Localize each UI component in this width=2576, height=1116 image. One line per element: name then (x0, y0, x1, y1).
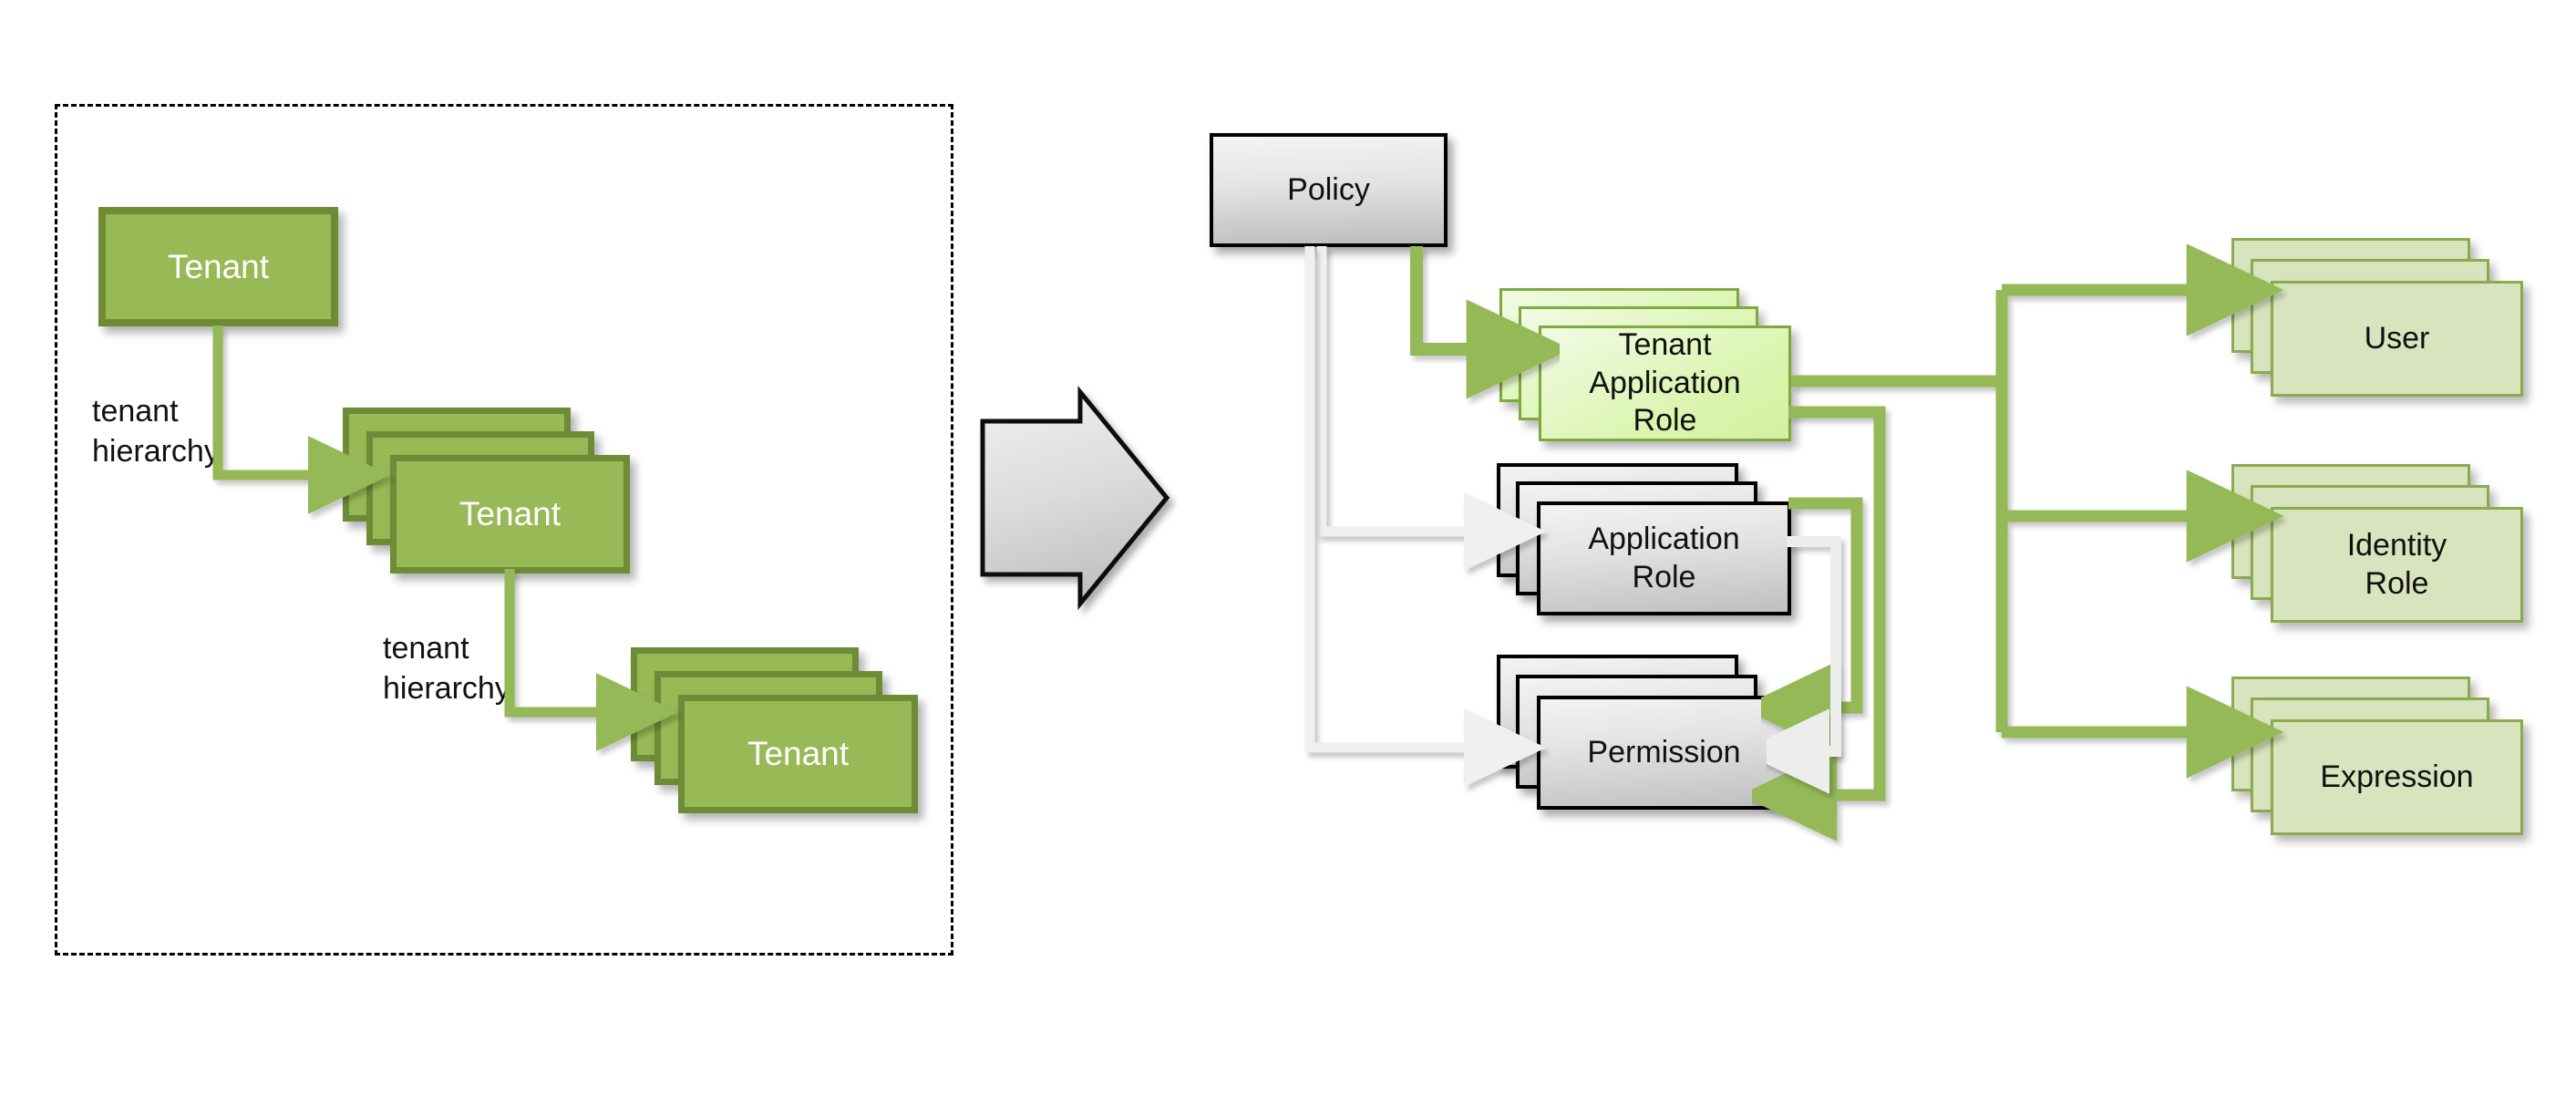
node-permission[interactable]: Permission (1497, 655, 1791, 810)
edge-tenant-app-role-to-right-column (1791, 243, 2284, 779)
node-policy[interactable]: Policy (1210, 133, 1448, 247)
diagram-canvas: Tenant Tenant Tenant tenant hierarchy te… (0, 0, 2576, 1116)
edge-application-role-to-permission-green (1739, 497, 1863, 754)
node-user[interactable]: User (2231, 238, 2523, 397)
stack-layer-front: Application Role (1537, 501, 1791, 615)
stack-layer-front: Tenant (678, 695, 918, 813)
node-label: Identity Role (2346, 528, 2447, 601)
edge-policy-to-permission (1304, 246, 1547, 787)
edge-application-role-to-permission-white (1739, 536, 1841, 794)
edge-policy-to-application-role (1316, 246, 1547, 571)
node-expression[interactable]: Expression (2231, 677, 2523, 835)
edge-label-tenant-hierarchy-1: tenant hierarchy (92, 394, 220, 469)
node-label: Tenant (459, 495, 562, 533)
node-tenant-application-role[interactable]: Tenant Application Role (1499, 288, 1791, 441)
node-label: User (2364, 320, 2430, 356)
node-label: Expression (2320, 759, 2474, 794)
node-tenant-root[interactable]: Tenant (98, 207, 338, 326)
node-tenant-leaf[interactable]: Tenant (631, 647, 918, 813)
stack-layer-front: Identity Role (2271, 507, 2523, 623)
node-tenant-mid[interactable]: Tenant (343, 408, 630, 574)
node-label: Application Role (1588, 522, 1740, 594)
stack-layer-front: Tenant (390, 455, 630, 574)
node-identity-role[interactable]: Identity Role (2231, 464, 2523, 623)
node-label: Tenant (747, 735, 850, 773)
edge-policy-to-tenant-application-role (1410, 246, 1571, 399)
node-label: Permission (1587, 734, 1741, 770)
node-label: Tenant (167, 247, 270, 285)
node-label: Policy (1287, 172, 1370, 207)
stack-layer-front: Tenant Application Role (1539, 326, 1791, 441)
node-application-role[interactable]: Application Role (1497, 463, 1791, 615)
edge-label-tenant-hierarchy-2: tenant hierarchy (383, 631, 510, 706)
node-label: Tenant Application Role (1589, 327, 1741, 439)
stack-layer-front: Permission (1537, 696, 1791, 810)
block-arrow-right-icon (980, 386, 1170, 610)
edge-tenant-app-role-to-permission (1739, 406, 1886, 842)
stack-layer-front: Expression (2271, 719, 2523, 835)
stack-layer-front: User (2271, 281, 2523, 397)
